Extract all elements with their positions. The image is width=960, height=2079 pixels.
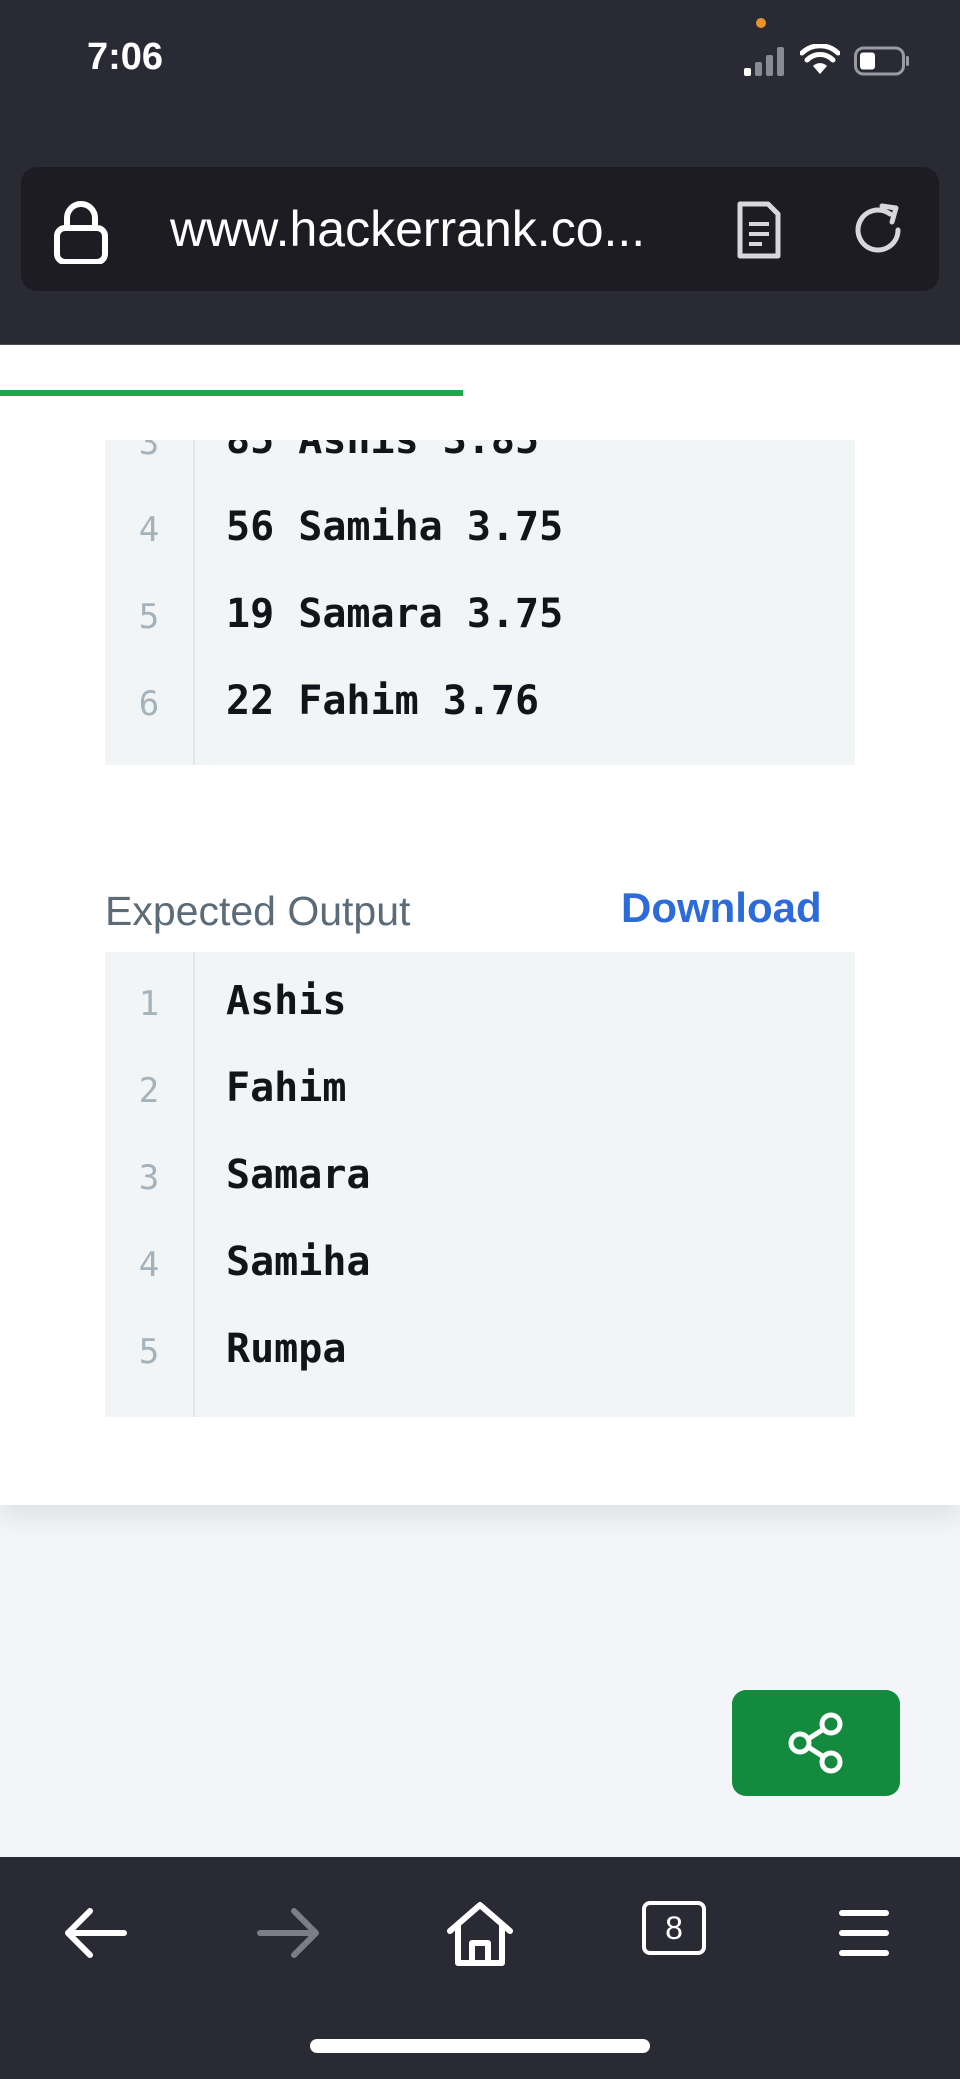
line-number: 6 [138, 684, 160, 724]
line-number: 4 [138, 1245, 160, 1285]
reader-mode-icon[interactable] [734, 200, 784, 260]
line-number: 4 [138, 510, 160, 550]
url-text[interactable]: www.hackerrank.co... [170, 200, 645, 258]
code-line: 4 56 Samiha 3.75 [105, 492, 855, 579]
share-button[interactable] [732, 1690, 900, 1796]
privacy-indicator-dot [756, 18, 766, 28]
line-text: 22 Fahim 3.76 [226, 678, 540, 724]
reload-icon[interactable] [848, 200, 908, 260]
line-text: 56 Samiha 3.75 [226, 504, 564, 550]
line-text: Ashis [226, 978, 347, 1024]
line-number: 3 [138, 440, 160, 463]
back-arrow-icon[interactable] [56, 1897, 136, 1969]
code-line: 6 22 Fahim 3.76 [105, 666, 855, 753]
code-line: 5 Rumpa [105, 1314, 855, 1401]
sample-input-box: 3 85 Ashis 3.85 4 56 Samiha 3.75 5 19 Sa… [105, 440, 855, 765]
cellular-signal-icon [744, 47, 784, 76]
home-icon[interactable] [440, 1897, 520, 1969]
status-bar: 7:06 [0, 0, 960, 130]
code-line: 5 19 Samara 3.75 [105, 579, 855, 666]
expected-output-heading: Expected Output [105, 888, 411, 934]
line-text: Samiha [226, 1239, 371, 1285]
line-text: Rumpa [226, 1326, 347, 1372]
line-number: 5 [138, 1332, 160, 1372]
line-text: 19 Samara 3.75 [226, 591, 564, 637]
line-number: 1 [138, 984, 160, 1024]
line-number: 5 [138, 597, 160, 637]
download-link[interactable]: Download [621, 884, 822, 932]
line-number: 3 [138, 1158, 160, 1198]
line-text: 85 Ashis 3.85 [226, 440, 540, 463]
tabs-button[interactable]: 8 [642, 1901, 706, 1955]
line-number: 2 [138, 1071, 160, 1111]
line-text: Fahim [226, 1065, 347, 1111]
home-indicator[interactable] [310, 2039, 650, 2053]
code-line: 1 Ashis [105, 966, 855, 1053]
expected-output-box: 1 Ashis 2 Fahim 3 Samara 4 Samiha 5 Rump… [105, 952, 855, 1417]
battery-icon [854, 46, 909, 76]
line-text: Samara [226, 1152, 371, 1198]
hamburger-menu-icon[interactable] [824, 1897, 904, 1969]
code-line: 2 Fahim [105, 1053, 855, 1140]
page-load-progress-bar [0, 390, 463, 396]
code-line: 3 85 Ashis 3.85 [105, 440, 855, 492]
lock-icon [54, 201, 108, 264]
code-line: 4 Samiha [105, 1227, 855, 1314]
share-icon [788, 1712, 843, 1774]
forward-arrow-icon[interactable] [248, 1897, 328, 1969]
status-time: 7:06 [87, 36, 164, 78]
wifi-icon [800, 44, 840, 74]
code-line: 3 Samara [105, 1140, 855, 1227]
